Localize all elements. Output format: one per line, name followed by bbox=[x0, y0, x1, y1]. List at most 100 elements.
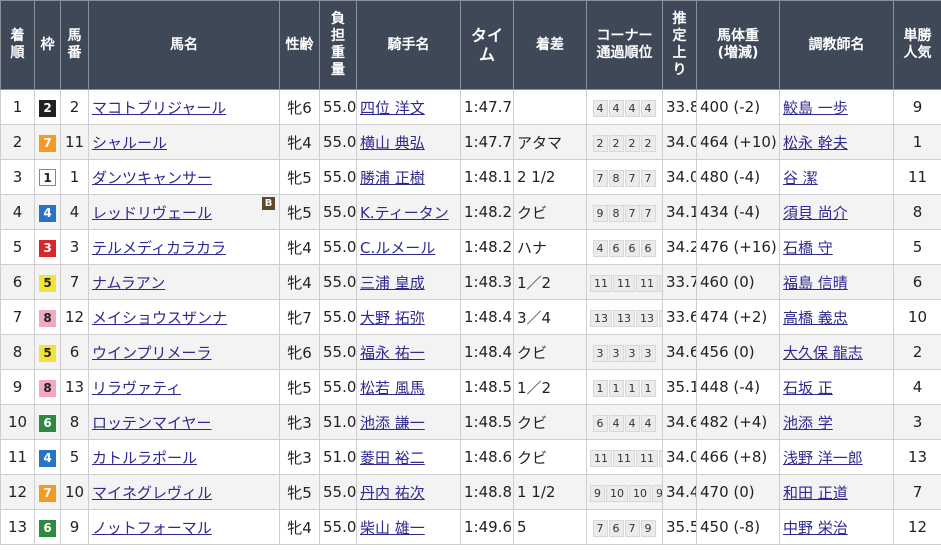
horse-name-link[interactable]: カトルラポール bbox=[92, 449, 197, 467]
table-row: 2 7 11 シャルール 牝4 55.0 横山 典弘 1:47.7 アタマ 2 2 2 2 34.0 464… bbox=[0, 124, 941, 160]
horse-name-link[interactable]: ロッテンマイヤー bbox=[92, 414, 212, 432]
horse-name-link[interactable]: ノットフォーマル bbox=[92, 519, 212, 537]
corner-position: 6 bbox=[608, 239, 624, 257]
weight-cell: 55.0 bbox=[319, 369, 357, 405]
jockey-link[interactable]: 丹内 祐次 bbox=[360, 484, 425, 502]
header-rank[interactable]: 着順 bbox=[0, 0, 35, 90]
header-bodyweight[interactable]: 馬体重(増減) bbox=[696, 0, 780, 90]
header-horse[interactable]: 馬名 bbox=[88, 0, 280, 90]
umaban-cell: 13 bbox=[60, 369, 89, 405]
jockey-link[interactable]: 柴山 雄一 bbox=[360, 519, 425, 537]
corner-position: 13 bbox=[613, 309, 635, 327]
horse-name-link[interactable]: マイネグレヴィル bbox=[92, 484, 212, 502]
bodyweight-cell: 466 (+8) bbox=[696, 439, 780, 475]
corner-order: 1313139 bbox=[590, 309, 662, 327]
margin-cell: 1／2 bbox=[513, 369, 587, 405]
jockey-link[interactable]: 福永 祐一 bbox=[360, 344, 425, 362]
popularity-cell: 7 bbox=[893, 474, 941, 510]
horse-name-link[interactable]: ダンツキャンサー bbox=[92, 169, 212, 187]
trainer-link[interactable]: 浅野 洋一郎 bbox=[783, 449, 863, 467]
corner-position: 9 bbox=[590, 484, 605, 502]
time-cell: 1:48.1 bbox=[460, 159, 514, 195]
header-popularity[interactable]: 単勝人気 bbox=[893, 0, 941, 90]
header-weight[interactable]: 負担重量 bbox=[319, 0, 357, 90]
jockey-link[interactable]: 三浦 皇成 bbox=[360, 274, 425, 292]
horse-name-link[interactable]: レッドリヴェール bbox=[92, 204, 212, 222]
corner-position: 1 bbox=[592, 379, 608, 397]
trainer-link[interactable]: 松永 幹夫 bbox=[783, 134, 848, 152]
last3f-cell: 33.8 bbox=[662, 89, 697, 125]
waku-badge: 8 bbox=[39, 379, 56, 397]
jockey-link[interactable]: 勝浦 正樹 bbox=[360, 169, 425, 187]
trainer-link[interactable]: 須貝 尚介 bbox=[783, 204, 848, 222]
trainer-link[interactable]: 池添 学 bbox=[783, 414, 833, 432]
jockey-link[interactable]: 大野 拓弥 bbox=[360, 309, 425, 327]
jockey-link[interactable]: 松若 風馬 bbox=[360, 379, 425, 397]
corner-position: 2 bbox=[592, 134, 608, 152]
header-time[interactable]: タイム bbox=[460, 0, 514, 90]
rank-cell: 11 bbox=[0, 439, 35, 475]
corner-order: 9 10 10 9 bbox=[590, 484, 662, 502]
table-row: 9 8 13 リラヴァティ 牝5 55.0 松若 風馬 1:48.5 1／2 1 1 1 1 35.1 44… bbox=[0, 369, 941, 405]
sexage-cell: 牝4 bbox=[279, 264, 320, 300]
corner-order: 4444 bbox=[592, 99, 657, 117]
corner-position: 4 bbox=[640, 99, 656, 117]
header-trainer[interactable]: 調教師名 bbox=[779, 0, 894, 90]
trainer-link[interactable]: 鮫島 一歩 bbox=[783, 99, 848, 117]
bodyweight-cell: 474 (+2) bbox=[696, 299, 780, 335]
corner-position: 9 bbox=[640, 519, 656, 537]
header-sexage[interactable]: 性齢 bbox=[279, 0, 320, 90]
horse-name-link[interactable]: ナムラアン bbox=[92, 274, 165, 292]
popularity-cell: 2 bbox=[893, 334, 941, 370]
horse-name-link[interactable]: ウインプリメーラ bbox=[92, 344, 212, 362]
header-corner[interactable]: コーナー通過順位 bbox=[586, 0, 663, 90]
horse-name-link[interactable]: シャルール bbox=[92, 134, 167, 152]
margin-cell: 1 1/2 bbox=[513, 474, 587, 510]
sexage-cell: 牝4 bbox=[279, 509, 320, 545]
trainer-link[interactable]: 石坂 正 bbox=[783, 379, 833, 397]
rank-cell: 6 bbox=[0, 264, 35, 300]
time-cell: 1:48.6 bbox=[460, 439, 514, 475]
corner-position: 7 bbox=[640, 204, 656, 222]
trainer-link[interactable]: 大久保 龍志 bbox=[783, 344, 863, 362]
trainer-link[interactable]: 福島 信晴 bbox=[783, 274, 848, 292]
weight-cell: 55.0 bbox=[319, 229, 357, 265]
jockey-link[interactable]: 菱田 裕二 bbox=[360, 449, 425, 467]
header-umaban[interactable]: 馬番 bbox=[60, 0, 89, 90]
trainer-link[interactable]: 中野 栄治 bbox=[783, 519, 848, 537]
trainer-cell: 松永 幹夫 bbox=[779, 124, 894, 160]
waku-cell: 8 bbox=[34, 299, 61, 335]
popularity-cell: 10 bbox=[893, 299, 941, 335]
time-cell: 1:48.8 bbox=[460, 474, 514, 510]
jockey-link[interactable]: 横山 典弘 bbox=[360, 134, 425, 152]
jockey-link[interactable]: 池添 謙一 bbox=[360, 414, 425, 432]
trainer-link[interactable]: 和田 正道 bbox=[783, 484, 848, 502]
horse-name-link[interactable]: テルメディカラカラ bbox=[92, 239, 226, 257]
trainer-link[interactable]: 高橋 義忠 bbox=[783, 309, 848, 327]
header-jockey[interactable]: 騎手名 bbox=[356, 0, 461, 90]
trainer-link[interactable]: 石橋 守 bbox=[783, 239, 833, 257]
corner-cell: 3333 bbox=[586, 334, 663, 370]
corner-position: 8 bbox=[608, 169, 624, 187]
jockey-link[interactable]: K.ティータン bbox=[360, 204, 449, 222]
umaban-cell: 8 bbox=[60, 404, 89, 440]
corner-position: 4 bbox=[608, 414, 624, 432]
horse-name-link[interactable]: マコトブリジャール bbox=[92, 99, 226, 117]
bodyweight-cell: 476 (+16) bbox=[696, 229, 780, 265]
corner-position: 1 bbox=[624, 379, 640, 397]
jockey-link[interactable]: C.ルメール bbox=[360, 239, 435, 257]
sexage-cell: 牝5 bbox=[279, 159, 320, 195]
header-waku[interactable]: 枠 bbox=[34, 0, 61, 90]
margin-cell: 1／2 bbox=[513, 264, 587, 300]
corner-position: 6 bbox=[640, 239, 656, 257]
header-margin[interactable]: 着差 bbox=[513, 0, 587, 90]
trainer-link[interactable]: 谷 潔 bbox=[783, 169, 818, 187]
horse-name-link[interactable]: メイショウスザンナ bbox=[92, 309, 227, 327]
horse-name-link[interactable]: リラヴァティ bbox=[92, 379, 181, 397]
corner-position: 9 bbox=[652, 484, 662, 502]
rank-cell: 3 bbox=[0, 159, 35, 195]
jockey-link[interactable]: 四位 洋文 bbox=[360, 99, 425, 117]
header-last3f[interactable]: 推定上り bbox=[662, 0, 697, 90]
umaban-cell: 5 bbox=[60, 439, 89, 475]
corner-position: 6 bbox=[624, 239, 640, 257]
